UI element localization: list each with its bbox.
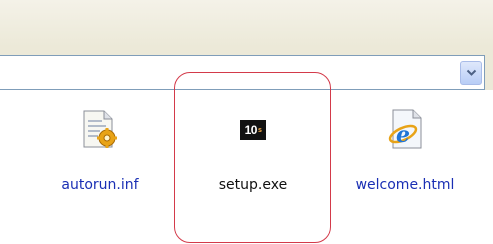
ie-document-icon: e xyxy=(383,108,427,152)
file-item-autorun[interactable]: autorun.inf xyxy=(40,98,160,208)
file-name: autorun.inf xyxy=(61,177,139,193)
address-input[interactable] xyxy=(0,56,472,89)
address-dropdown-button[interactable] xyxy=(460,61,482,85)
toolbar-gap xyxy=(0,47,493,55)
file-item-setup[interactable]: 10 s setup.exe xyxy=(193,98,313,208)
setup-exe-icon: 10 s xyxy=(231,108,275,152)
file-name: welcome.html xyxy=(355,177,455,193)
setup-icon-sup: s xyxy=(257,126,262,134)
address-bar xyxy=(0,55,485,90)
file-name: setup.exe xyxy=(218,177,288,193)
window-edge xyxy=(485,55,493,90)
file-item-welcome[interactable]: e welcome.html xyxy=(345,98,465,208)
svg-text:e: e xyxy=(396,122,410,148)
toolbar xyxy=(0,0,493,48)
chevron-down-icon xyxy=(466,69,476,76)
settings-file-icon xyxy=(78,108,122,152)
setup-icon-text: 10 xyxy=(244,123,258,137)
